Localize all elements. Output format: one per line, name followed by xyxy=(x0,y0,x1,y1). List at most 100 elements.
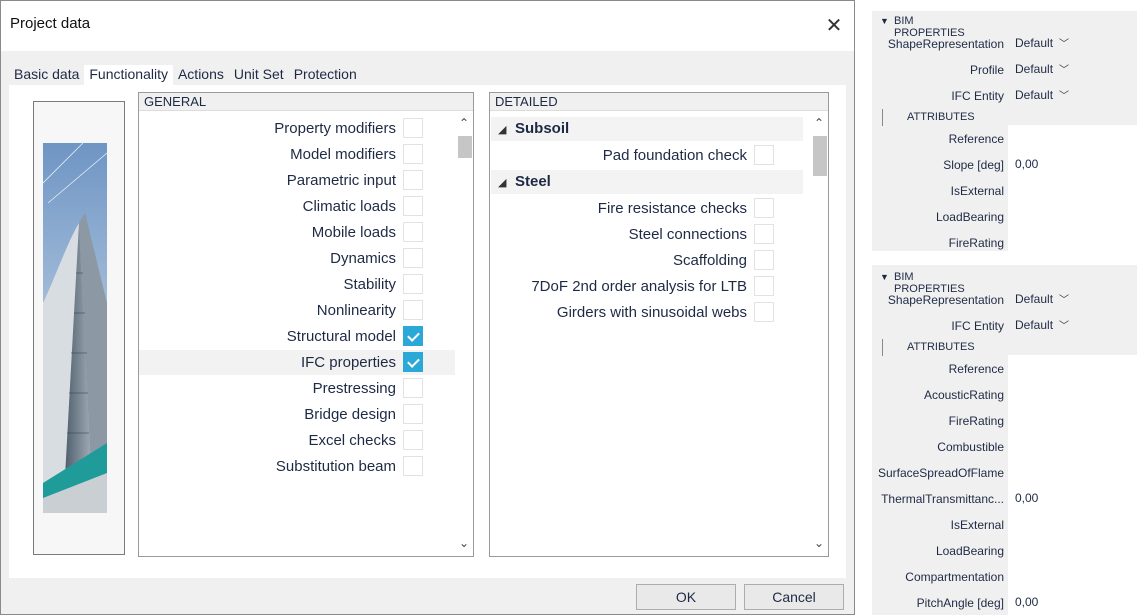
checkbox[interactable] xyxy=(403,456,423,476)
detailed-item-7dof-ltb[interactable]: 7DoF 2nd order analysis for LTB xyxy=(490,274,810,299)
checkbox[interactable] xyxy=(403,378,423,398)
prop-label: AcousticRating xyxy=(923,388,1004,402)
checkbox[interactable] xyxy=(403,300,423,320)
group-subsoil[interactable]: ◢ Subsoil xyxy=(491,117,803,141)
slope-input[interactable]: 0,00 xyxy=(1008,151,1137,177)
cancel-button[interactable]: Cancel xyxy=(744,584,844,610)
general-item-excel-checks[interactable]: Excel checks xyxy=(139,428,455,453)
general-item-dynamics[interactable]: Dynamics xyxy=(139,246,455,271)
detailed-item-scaffolding[interactable]: Scaffolding xyxy=(490,248,810,273)
checkbox[interactable] xyxy=(403,118,423,138)
checkbox-checked[interactable] xyxy=(403,326,423,346)
tab-functionality[interactable]: Functionality xyxy=(84,65,173,85)
general-item-parametric-input[interactable]: Parametric input xyxy=(139,168,455,193)
general-item-property-modifiers[interactable]: Property modifiers xyxy=(139,116,455,141)
general-item-nonlinearity[interactable]: Nonlinearity xyxy=(139,298,455,323)
collapse-triangle-icon[interactable]: ◢ xyxy=(498,176,506,189)
ifc-entity-dropdown[interactable]: Default ﹀ xyxy=(1008,82,1137,108)
checkbox[interactable] xyxy=(403,196,423,216)
general-item-model-modifiers[interactable]: Model modifiers xyxy=(139,142,455,167)
scroll-thumb[interactable] xyxy=(813,136,827,176)
prop-compartmentation: Compartmentation xyxy=(872,563,1137,589)
scroll-thumb[interactable] xyxy=(458,136,472,158)
checkbox[interactable] xyxy=(403,170,423,190)
item-label: Substitution beam xyxy=(275,458,396,475)
prop-label: IFC Entity xyxy=(951,89,1004,103)
checkbox[interactable] xyxy=(403,222,423,242)
prop-reference: Reference xyxy=(872,355,1137,381)
detailed-header-label: DETAILED xyxy=(495,94,558,109)
item-label: Girders with sinusoidal webs xyxy=(556,304,747,321)
attributes-header[interactable]: ATTRIBUTES xyxy=(882,339,975,356)
checkbox[interactable] xyxy=(403,144,423,164)
bim-properties-panel-1: ▼ BIM PROPERTIES ShapeRepresentation Def… xyxy=(872,11,1137,255)
checkbox[interactable] xyxy=(754,224,774,244)
checkbox[interactable] xyxy=(754,198,774,218)
checkbox[interactable] xyxy=(754,250,774,270)
title-bar: Project data ✕ xyxy=(1,1,854,51)
checkbox[interactable] xyxy=(403,248,423,268)
general-item-mobile-loads[interactable]: Mobile loads xyxy=(139,220,455,245)
general-item-bridge-design[interactable]: Bridge design xyxy=(139,402,455,427)
checkbox[interactable] xyxy=(754,302,774,322)
prop-label: LoadBearing xyxy=(935,544,1004,558)
firerating-input[interactable] xyxy=(1008,407,1137,433)
building-image xyxy=(33,101,125,555)
scroll-up-icon[interactable]: ⌃ xyxy=(455,114,473,132)
tab-basic-data[interactable]: Basic data xyxy=(9,65,84,85)
checkbox[interactable] xyxy=(754,276,774,296)
scroll-down-icon[interactable]: ⌄ xyxy=(810,534,828,552)
close-icon[interactable]: ✕ xyxy=(822,13,846,37)
collapse-triangle-icon[interactable]: ▼ xyxy=(880,16,889,26)
general-item-stability[interactable]: Stability xyxy=(139,272,455,297)
attributes-header[interactable]: ATTRIBUTES xyxy=(882,109,975,126)
tab-unit-set[interactable]: Unit Set xyxy=(229,65,289,85)
checkbox-checked[interactable] xyxy=(403,352,423,372)
shape-representation-dropdown[interactable]: Default ﹀ xyxy=(1008,286,1137,312)
prop-label: ThermalTransmittanc... xyxy=(881,492,1004,506)
checkbox[interactable] xyxy=(403,274,423,294)
shape-representation-dropdown[interactable]: Default ﹀ xyxy=(1008,30,1137,56)
prop-label: IsExternal xyxy=(950,518,1004,532)
thermal-transmittance-input[interactable]: 0,00 xyxy=(1008,485,1137,511)
item-label: Bridge design xyxy=(304,406,396,423)
pitch-angle-input[interactable]: 0,00 xyxy=(1008,589,1137,615)
checkbox[interactable] xyxy=(403,430,423,450)
dropdown-value: Default xyxy=(1015,62,1054,76)
scroll-down-icon[interactable]: ⌄ xyxy=(455,534,473,552)
checkbox[interactable] xyxy=(403,404,423,424)
ifc-entity-dropdown[interactable]: Default ﹀ xyxy=(1008,312,1137,338)
general-item-ifc-properties[interactable]: IFC properties xyxy=(139,350,455,375)
tab-bar: Basic data Functionality Actions Unit Se… xyxy=(9,65,362,85)
general-item-prestressing[interactable]: Prestressing xyxy=(139,376,455,401)
general-item-structural-model[interactable]: Structural model xyxy=(139,324,455,349)
prop-acoustic-rating: AcousticRating xyxy=(872,381,1137,407)
general-item-substitution-beam[interactable]: Substitution beam xyxy=(139,454,455,479)
ok-button[interactable]: OK xyxy=(636,584,736,610)
item-label: Scaffolding xyxy=(673,252,747,269)
reference-input[interactable] xyxy=(1008,125,1137,151)
tab-protection[interactable]: Protection xyxy=(289,65,362,85)
dropdown-value: Default xyxy=(1015,36,1054,50)
prop-label: PitchAngle [deg] xyxy=(916,596,1004,610)
detailed-item-fire-resistance-checks[interactable]: Fire resistance checks xyxy=(490,196,810,221)
collapse-triangle-icon[interactable]: ▼ xyxy=(880,272,889,282)
detailed-item-sinusoidal-webs[interactable]: Girders with sinusoidal webs xyxy=(490,300,810,325)
acoustic-rating-input[interactable] xyxy=(1008,381,1137,407)
detailed-item-pad-foundation-check[interactable]: Pad foundation check xyxy=(490,143,810,168)
general-item-climatic-loads[interactable]: Climatic loads xyxy=(139,194,455,219)
general-scrollbar[interactable]: ⌃ ⌄ xyxy=(455,112,473,556)
collapse-triangle-icon[interactable]: ◢ xyxy=(498,123,506,136)
surface-spread-input[interactable] xyxy=(1008,459,1137,485)
tab-actions[interactable]: Actions xyxy=(173,65,229,85)
scroll-up-icon[interactable]: ⌃ xyxy=(810,114,828,132)
reference-input[interactable] xyxy=(1008,355,1137,381)
prop-isexternal: IsExternal xyxy=(872,511,1137,537)
checkbox[interactable] xyxy=(754,145,774,165)
detailed-item-steel-connections[interactable]: Steel connections xyxy=(490,222,810,247)
item-label: Nonlinearity xyxy=(316,302,396,319)
detailed-scrollbar[interactable]: ⌃ ⌄ xyxy=(810,112,828,556)
firerating-input[interactable] xyxy=(1008,229,1137,255)
group-steel[interactable]: ◢ Steel xyxy=(491,170,803,194)
profile-dropdown[interactable]: Default ﹀ xyxy=(1008,56,1137,82)
